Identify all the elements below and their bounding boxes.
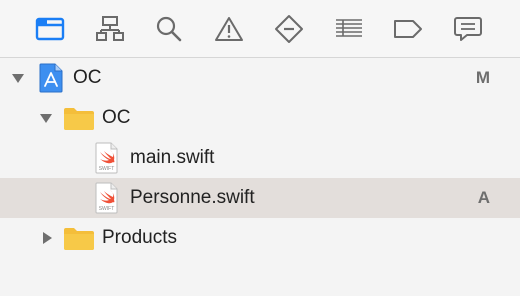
swift-file-icon: SWIFT bbox=[95, 142, 118, 174]
issue-navigator-button[interactable] bbox=[210, 10, 248, 48]
tree-row-file-selected[interactable]: SWIFT Personne.swift A bbox=[0, 178, 520, 218]
group-label: OC bbox=[102, 107, 131, 128]
tree-row-products[interactable]: Products bbox=[0, 218, 520, 258]
swift-file-icon: SWIFT bbox=[95, 182, 118, 214]
find-navigator-button[interactable] bbox=[150, 10, 188, 48]
project-navigator-icon bbox=[35, 17, 65, 41]
symbol-navigator-icon bbox=[96, 16, 124, 41]
file-status-badge: A bbox=[477, 188, 490, 207]
disclosure-triangle-expanded-icon[interactable] bbox=[39, 111, 53, 125]
navigator-toolbar bbox=[0, 0, 520, 58]
issue-navigator-icon bbox=[215, 17, 243, 41]
tree-row-group[interactable]: OC bbox=[0, 98, 520, 138]
project-status-badge: M bbox=[475, 68, 490, 87]
breakpoint-navigator-icon bbox=[394, 20, 422, 38]
breakpoint-navigator-button[interactable] bbox=[389, 10, 427, 48]
report-navigator-button[interactable] bbox=[449, 10, 487, 48]
report-navigator-icon bbox=[454, 17, 482, 41]
project-navigator-button[interactable] bbox=[31, 10, 69, 48]
folder-icon bbox=[64, 108, 94, 130]
find-navigator-icon bbox=[156, 16, 182, 42]
swift-file-caption: SWIFT bbox=[99, 206, 115, 212]
swift-file-caption: SWIFT bbox=[99, 166, 115, 172]
folder-icon bbox=[64, 228, 94, 250]
disclosure-triangle-collapsed-icon[interactable] bbox=[40, 231, 54, 245]
debug-navigator-icon bbox=[336, 19, 362, 37]
file-label: main.swift bbox=[130, 147, 215, 168]
tree-row-project[interactable]: OC M bbox=[0, 58, 520, 98]
test-navigator-icon bbox=[275, 15, 303, 43]
test-navigator-button[interactable] bbox=[270, 10, 308, 48]
tree-row-file[interactable]: SWIFT main.swift bbox=[0, 138, 520, 178]
debug-navigator-button[interactable] bbox=[330, 10, 368, 48]
file-label: Personne.swift bbox=[130, 187, 255, 208]
project-navigator: OC M OC SWIFT main.swift SWIFT Personne.… bbox=[0, 0, 520, 296]
xcode-project-icon bbox=[39, 63, 63, 93]
file-tree: OC M OC SWIFT main.swift SWIFT Personne.… bbox=[0, 58, 520, 258]
disclosure-triangle-expanded-icon[interactable] bbox=[11, 71, 25, 85]
products-label: Products bbox=[102, 227, 177, 248]
project-label: OC bbox=[73, 67, 102, 88]
symbol-navigator-button[interactable] bbox=[91, 10, 129, 48]
